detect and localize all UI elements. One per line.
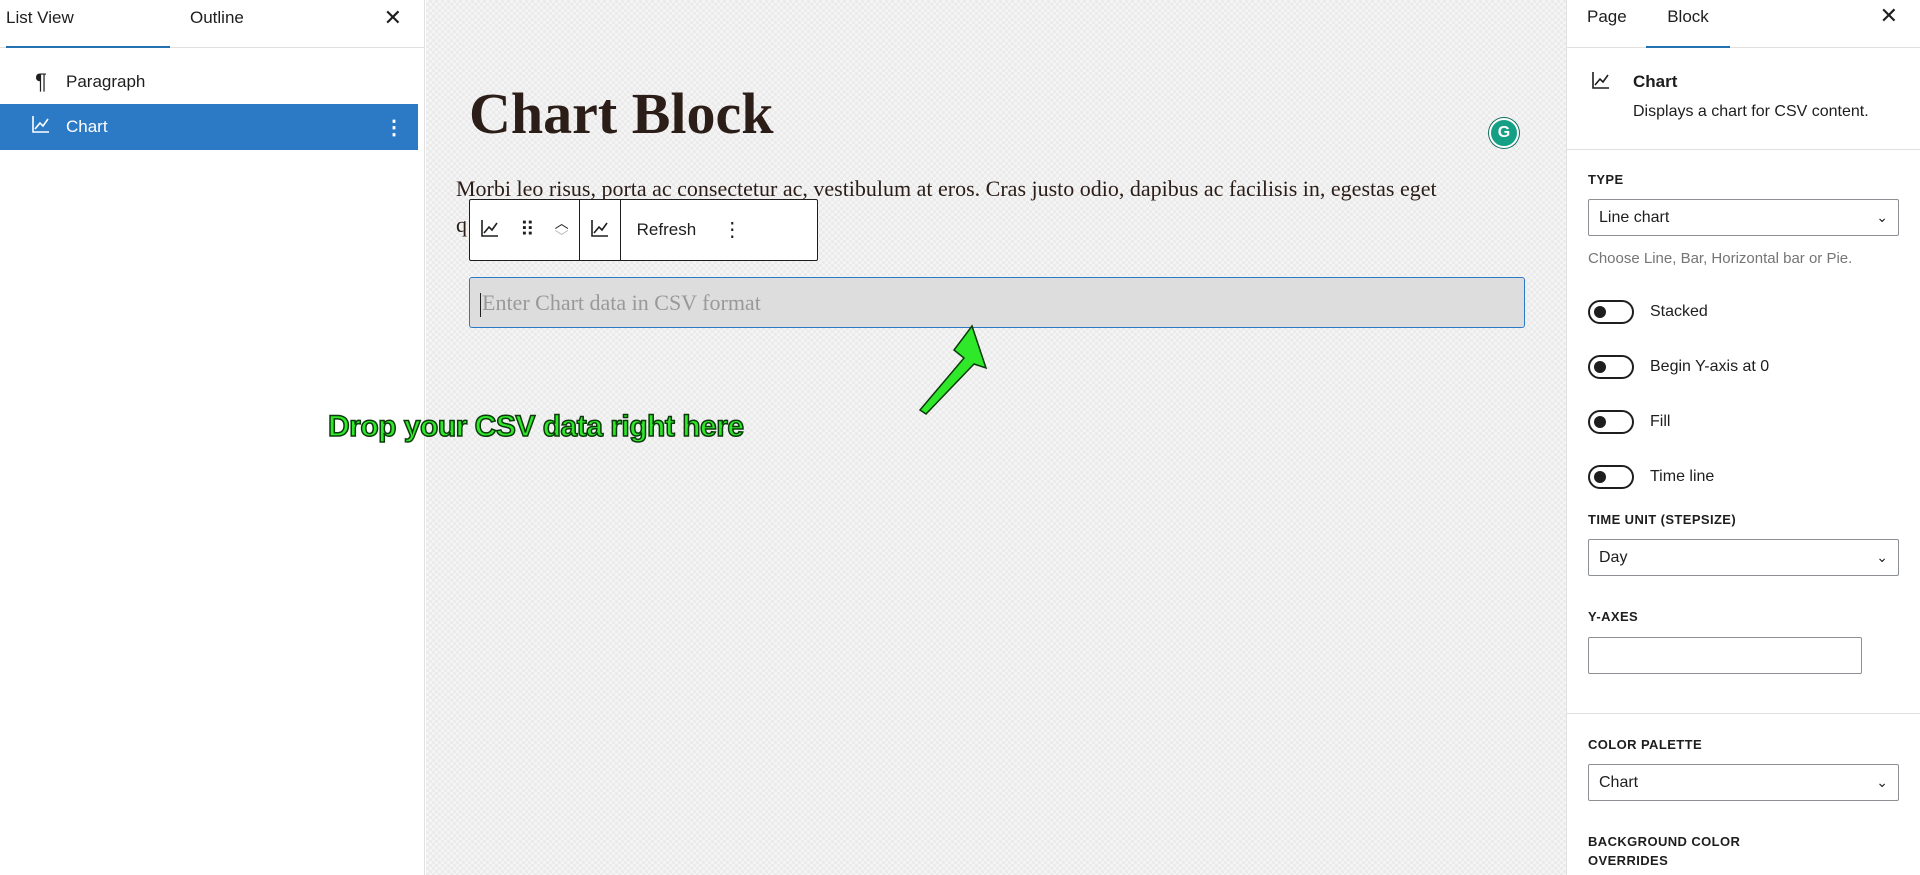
- close-icon[interactable]: ✕: [384, 7, 402, 29]
- chart-type-icon[interactable]: [580, 218, 620, 242]
- toggle-label: Time line: [1650, 468, 1715, 485]
- csv-placeholder: Enter Chart data in CSV format: [482, 290, 761, 315]
- list-view-tabs: List View Outline ✕: [0, 0, 424, 48]
- page-title[interactable]: Chart Block: [469, 80, 774, 147]
- list-item-label: Paragraph: [66, 72, 146, 91]
- toggle-label: Begin Y-axis at 0: [1650, 358, 1770, 375]
- more-options-icon[interactable]: ⋮: [384, 115, 404, 140]
- toggle-label: Fill: [1650, 413, 1671, 430]
- tab-block[interactable]: Block: [1646, 0, 1730, 48]
- toggle-begin-y-axis[interactable]: Begin Y-axis at 0: [1588, 355, 1769, 379]
- settings-panel: Page Block ✕ Chart Displays a chart for …: [1566, 0, 1920, 875]
- tab-list-view[interactable]: List View: [6, 0, 170, 48]
- type-select[interactable]: Line chart ⌄: [1588, 199, 1899, 236]
- type-help-text: Choose Line, Bar, Horizontal bar or Pie.: [1588, 250, 1853, 267]
- type-select-value: Line chart: [1599, 209, 1670, 226]
- csv-data-input[interactable]: Enter Chart data in CSV format: [469, 277, 1525, 328]
- annotation-arrow-icon: [918, 324, 988, 415]
- chart-line-icon: [1591, 70, 1611, 96]
- toolbar-group-chart: [580, 200, 621, 260]
- tab-page[interactable]: Page: [1587, 0, 1627, 48]
- time-unit-value: Day: [1599, 549, 1628, 566]
- block-description: Displays a chart for CSV content.: [1633, 103, 1869, 120]
- y-axes-input[interactable]: [1588, 637, 1862, 674]
- color-palette-label: COLOR PALETTE: [1588, 737, 1703, 752]
- chevron-down-icon: ⌄: [1876, 209, 1888, 225]
- toggle-switch[interactable]: [1588, 465, 1634, 489]
- toggle-stacked[interactable]: Stacked: [1588, 300, 1708, 324]
- toggle-fill[interactable]: Fill: [1588, 410, 1670, 434]
- close-icon[interactable]: ✕: [1880, 5, 1898, 27]
- drag-handle-icon[interactable]: ⠿: [510, 220, 545, 240]
- refresh-button[interactable]: Refresh: [621, 220, 713, 240]
- chevron-down-icon[interactable]: ﹀: [555, 230, 569, 244]
- divider: [1567, 713, 1920, 714]
- bg-overrides-label-2: OVERRIDES: [1588, 853, 1669, 868]
- block-card: Chart Displays a chart for CSV content.: [1567, 48, 1920, 150]
- paragraph-continuation: q: [456, 212, 467, 237]
- text-caret: [480, 292, 481, 317]
- annotation-text: Drop your CSV data right here: [327, 409, 745, 444]
- move-arrows[interactable]: ︿ ﹀: [545, 216, 579, 244]
- chart-line-icon: [28, 114, 54, 140]
- settings-tabs: Page Block ✕: [1567, 0, 1920, 48]
- time-unit-select[interactable]: Day ⌄: [1588, 539, 1899, 576]
- toolbar-group-block: ⠿ ︿ ﹀: [470, 200, 580, 260]
- toolbar-group-actions: Refresh ⋮: [621, 200, 753, 260]
- chevron-down-icon: ⌄: [1876, 549, 1888, 565]
- block-toolbar: ⠿ ︿ ﹀ Refresh ⋮: [469, 199, 818, 261]
- list-item-chart[interactable]: Chart ⋮: [0, 104, 418, 150]
- toggle-switch[interactable]: [1588, 300, 1634, 324]
- y-axes-label: Y-AXES: [1588, 609, 1639, 624]
- block-name: Chart: [1633, 72, 1678, 91]
- color-palette-select[interactable]: Chart ⌄: [1588, 764, 1899, 801]
- toggle-switch[interactable]: [1588, 410, 1634, 434]
- bg-overrides-label: BACKGROUND COLOR: [1588, 834, 1741, 849]
- toggle-switch[interactable]: [1588, 355, 1634, 379]
- more-options-icon[interactable]: ⋮: [712, 220, 752, 240]
- chevron-up-icon[interactable]: ︿: [555, 216, 569, 230]
- chart-block-icon[interactable]: [470, 218, 510, 242]
- list-item-label: Chart: [66, 117, 108, 136]
- tab-outline[interactable]: Outline: [190, 0, 244, 48]
- grammarly-icon[interactable]: G: [1489, 118, 1519, 148]
- chevron-down-icon: ⌄: [1876, 774, 1888, 790]
- time-unit-label: TIME UNIT (STEPSIZE): [1588, 512, 1737, 527]
- paragraph-icon: ¶: [35, 69, 47, 94]
- type-label: TYPE: [1588, 172, 1624, 187]
- color-palette-value: Chart: [1599, 774, 1639, 791]
- toggle-label: Stacked: [1650, 303, 1708, 320]
- toggle-time-line[interactable]: Time line: [1588, 465, 1714, 489]
- list-item-paragraph[interactable]: ¶ Paragraph: [0, 59, 418, 105]
